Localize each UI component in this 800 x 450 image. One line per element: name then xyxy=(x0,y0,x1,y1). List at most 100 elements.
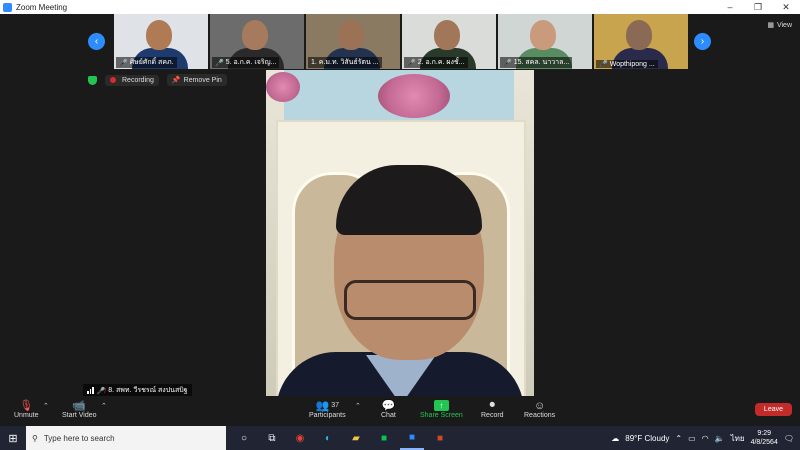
participants-button[interactable]: 👥 37 Participants xyxy=(309,399,346,419)
taskbar-clock[interactable]: 9:29 4/8/2564 xyxy=(751,429,778,447)
record-label: Record xyxy=(481,412,504,419)
grid-icon: ▦ xyxy=(767,22,774,29)
weather-cloud-icon[interactable]: ☁ xyxy=(611,434,619,443)
participant-name: 15. สคล. นาวาล... xyxy=(513,59,570,66)
pinned-apps: ○ ⧉ ◉ ◐ ▰ ■ ■ ■ xyxy=(232,426,452,450)
speaker-glasses xyxy=(344,280,476,320)
participant-name: Wopthipong ... xyxy=(609,60,655,68)
chat-button[interactable]: 💬 Chat xyxy=(381,399,396,419)
volume-icon[interactable]: 🔈 xyxy=(715,434,725,443)
title-bar: Zoom Meeting – ❐ ✕ xyxy=(0,0,800,14)
search-icon: ⚲ xyxy=(32,433,38,443)
record-button[interactable]: ⏺ Record xyxy=(481,399,504,419)
wifi-icon[interactable]: ◠ xyxy=(702,434,709,443)
participant-name-tag: 🎤 Wopthipong ... xyxy=(596,60,658,68)
participant-thumbnail[interactable]: 🎤 15. สคล. นาวาล... xyxy=(498,14,592,69)
smiley-icon: ☺ xyxy=(533,399,546,412)
zoom-app-icon xyxy=(3,2,12,12)
notifications-icon[interactable]: 🗨 xyxy=(784,434,794,443)
record-circle-icon: ⏺ xyxy=(489,399,496,411)
minimize-button[interactable]: – xyxy=(716,0,744,14)
participant-name-tag: 🎤 15. สคล. นาวาล... xyxy=(500,57,573,68)
start-video-button[interactable]: 📹 Start Video xyxy=(62,399,97,419)
participant-name: 5. อ.ก.ค. เจริญ... xyxy=(225,59,277,66)
windows-start-icon[interactable]: ⊞ xyxy=(0,432,26,445)
participant-name: 1. ค.ม.ท. วิสันธ์รัตน ... xyxy=(311,59,379,66)
taskbar-search-box[interactable]: ⚲ Type here to search xyxy=(26,426,226,450)
participant-thumbnail[interactable]: 🎤 5. อ.ก.ค. เจริญ... xyxy=(210,14,304,69)
active-speaker-video xyxy=(266,70,534,396)
powerpoint-icon[interactable]: ■ xyxy=(428,426,452,450)
share-screen-button[interactable]: ↑ Share Screen xyxy=(420,399,463,419)
record-dot-icon xyxy=(110,77,116,83)
leave-button[interactable]: Leave xyxy=(754,403,792,416)
recording-indicator[interactable]: Recording xyxy=(105,74,159,86)
participant-thumbnail[interactable]: 🎤 ศิษย์ศักดิ์ สคภ. xyxy=(114,14,208,69)
view-button[interactable]: ▦ View xyxy=(767,21,792,30)
pin-icon: 📌 xyxy=(171,77,181,84)
mic-muted-icon: 🎤 xyxy=(503,59,512,67)
mic-muted-icon: 🎤 xyxy=(599,61,608,68)
system-tray: ☁ 89°F Cloudy ⌃ ▭ ◠ 🔈 ไทย 9:29 4/8/2564 … xyxy=(611,426,800,450)
participant-name-tag: 🎤 ศิษย์ศักดิ์ สคภ. xyxy=(116,57,177,68)
participants-label: Participants xyxy=(309,412,346,419)
participant-name-tag: 🎤 2. อ.ก.ค. ผงชั้... xyxy=(404,57,468,68)
reactions-label: Reactions xyxy=(524,412,556,419)
edge-icon[interactable]: ◐ xyxy=(316,426,340,450)
participant-face xyxy=(338,20,364,50)
reactions-button[interactable]: ☺ Reactions xyxy=(524,399,556,420)
next-page-button[interactable]: › xyxy=(694,33,711,50)
restore-button[interactable]: ❐ xyxy=(744,0,772,14)
flowers-center xyxy=(378,74,450,118)
participant-face xyxy=(434,20,460,50)
clock-time: 9:29 xyxy=(757,430,772,437)
tray-chevron-icon[interactable]: ⌃ xyxy=(675,434,682,443)
unmute-label: Unmute xyxy=(14,412,39,419)
file-explorer-icon[interactable]: ▰ xyxy=(344,426,368,450)
battery-icon[interactable]: ▭ xyxy=(688,434,696,443)
participant-face xyxy=(242,20,268,50)
start-video-label: Start Video xyxy=(62,412,97,419)
share-arrow-icon: ↑ xyxy=(433,400,449,411)
chrome-icon[interactable]: ◉ xyxy=(288,426,312,450)
mic-muted-icon: 🎤 xyxy=(119,59,128,67)
search-placeholder: Type here to search xyxy=(43,433,115,443)
mic-muted-icon: 🎤 xyxy=(407,59,416,67)
active-speaker-name: 8. สพท. วีรชรณ์ สงปนสบิฐ xyxy=(108,387,188,394)
weather-text[interactable]: 89°F Cloudy xyxy=(625,434,669,443)
mic-muted-icon: 🎤̸ xyxy=(96,387,106,395)
previous-page-button[interactable]: ‹ xyxy=(88,33,105,50)
close-window-button[interactable]: ✕ xyxy=(772,0,800,14)
participant-name-tag: 🎤 5. อ.ก.ค. เจริญ... xyxy=(212,57,280,68)
security-shield-icon[interactable] xyxy=(88,75,97,85)
participant-thumbnail[interactable]: 🎤 2. อ.ก.ค. ผงชั้... xyxy=(402,14,496,69)
participant-thumbnail[interactable]: 1. ค.ม.ท. วิสันธ์รัตน ... xyxy=(306,14,400,69)
status-row: Recording 📌 Remove Pin xyxy=(88,74,227,86)
participant-face xyxy=(626,20,652,50)
view-label: View xyxy=(776,21,792,29)
remove-pin-button[interactable]: 📌 Remove Pin xyxy=(166,74,227,86)
meeting-toolbar: 🎙 Unmute ⌃ 📹 Start Video ⌃ 👥 37 Particip… xyxy=(0,396,800,426)
participant-name: ศิษย์ศักดิ์ สคภ. xyxy=(129,59,174,66)
participant-name-tag: 1. ค.ม.ท. วิสันธ์รัตน ... xyxy=(308,57,382,68)
line-app-icon[interactable]: ■ xyxy=(372,426,396,450)
clock-date: 4/8/2564 xyxy=(750,439,778,446)
flowers-left xyxy=(266,72,300,102)
participant-face xyxy=(146,20,172,50)
participants-caret-icon[interactable]: ⌃ xyxy=(355,402,361,410)
windows-taskbar: ⊞ ⚲ Type here to search ○ ⧉ ◉ ◐ ▰ ■ ■ ■ … xyxy=(0,426,800,450)
video-options-caret-icon[interactable]: ⌃ xyxy=(101,402,107,410)
participants-icon: 👥 xyxy=(315,400,330,412)
unmute-button[interactable]: 🎙 Unmute xyxy=(14,399,39,419)
mic-muted-icon: 🎤 xyxy=(215,59,224,67)
audio-options-caret-icon[interactable]: ⌃ xyxy=(43,402,49,410)
cortana-icon[interactable]: ○ xyxy=(232,426,256,450)
participants-icon-group: 👥 37 xyxy=(316,399,340,412)
participant-thumbnail[interactable]: 🎤 Wopthipong ... xyxy=(594,14,688,69)
zoom-taskbar-icon[interactable]: ■ xyxy=(400,426,424,450)
participants-count: 37 xyxy=(331,402,340,409)
participant-name: 2. อ.ก.ค. ผงชั้... xyxy=(417,59,465,66)
task-view-icon[interactable]: ⧉ xyxy=(260,426,284,450)
share-screen-label: Share Screen xyxy=(420,412,463,419)
language-indicator[interactable]: ไทย xyxy=(731,432,745,445)
